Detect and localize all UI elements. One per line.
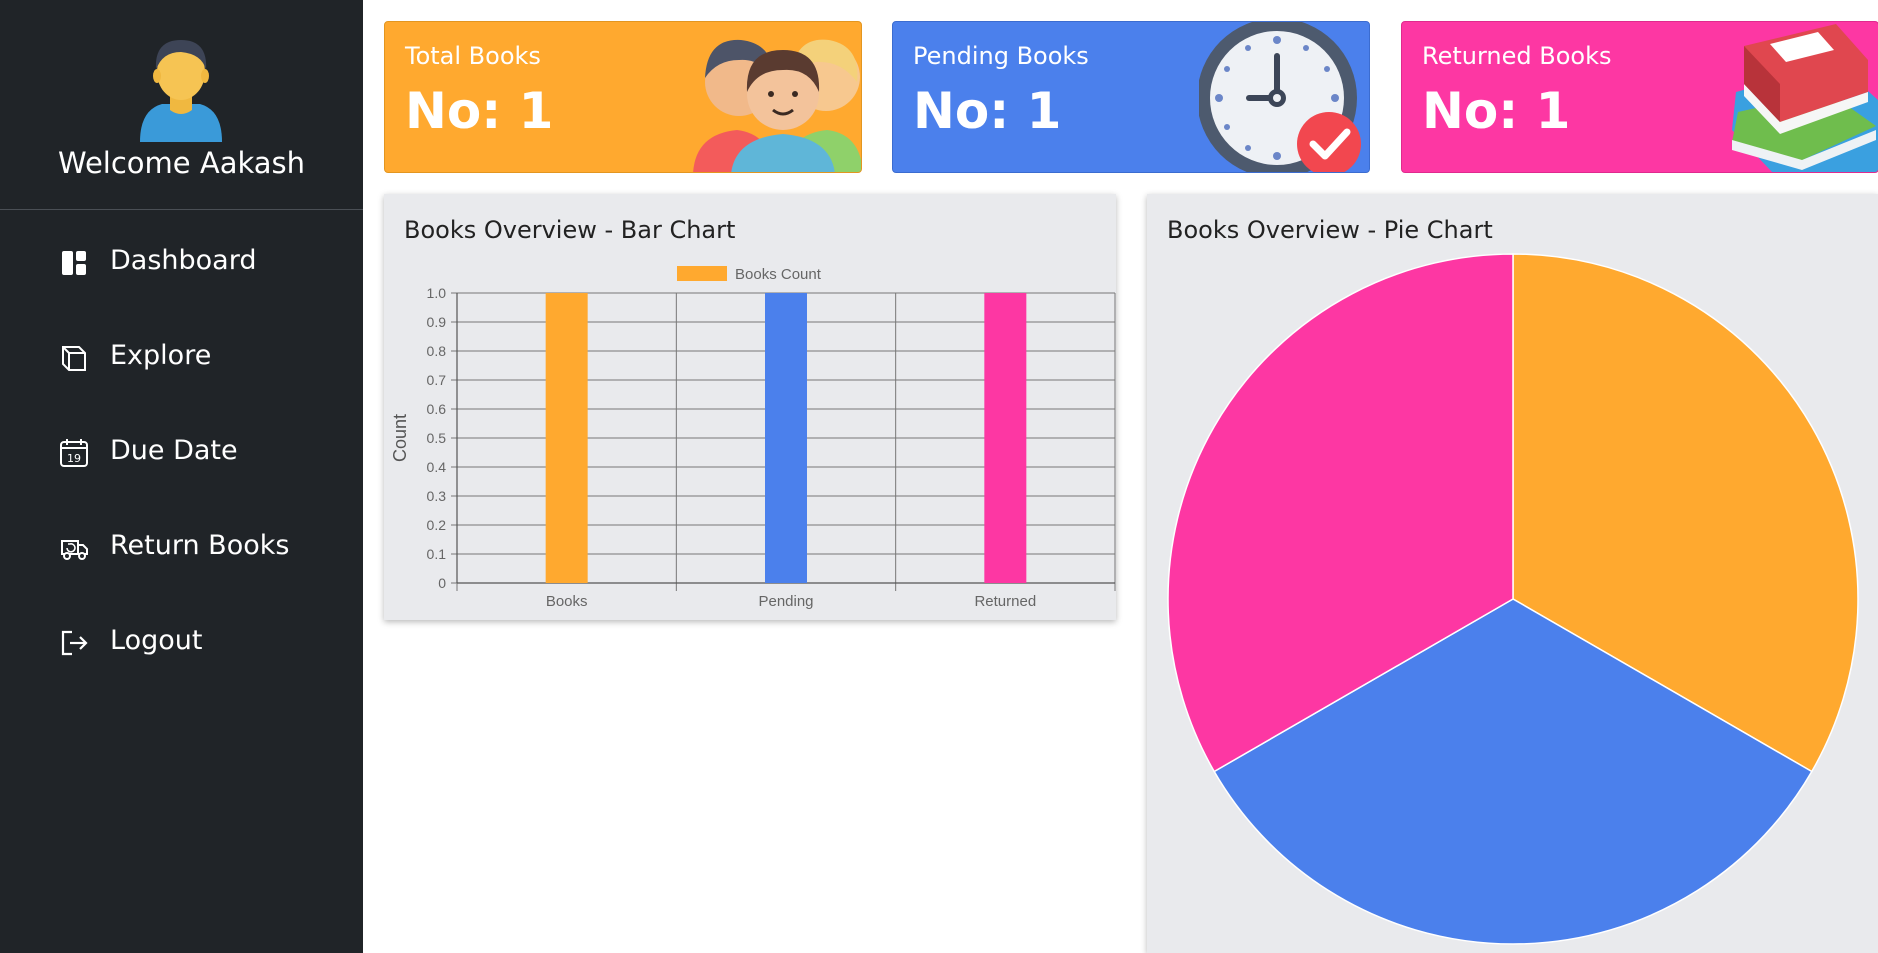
app-root: Welcome Aakash Dashboard Explore 19 Due … (0, 0, 1878, 953)
people-group-icon (693, 39, 861, 172)
dashboard-icon (62, 251, 86, 275)
book-stack-icon (1732, 24, 1878, 172)
sidebar-item-label: Logout (110, 625, 203, 656)
card-title: Pending Books (913, 42, 1089, 70)
y-tick-label: 0.8 (427, 343, 447, 359)
card-title: Returned Books (1422, 42, 1612, 70)
y-tick-label: 0.6 (427, 401, 447, 417)
card-title: Total Books (405, 42, 541, 70)
pending-books-card[interactable]: Pending Books No: 1 (892, 21, 1370, 173)
sidebar-item-return-books[interactable]: Return Books (0, 513, 363, 583)
y-tick-label: 0.9 (427, 314, 447, 330)
logout-icon (61, 630, 88, 656)
bar (984, 293, 1027, 583)
card-value: No: 1 (1422, 82, 1571, 140)
calendar-icon: 19 (60, 439, 88, 467)
x-tick-label: Returned (974, 593, 1036, 610)
clock-check-icon (1199, 22, 1361, 172)
profile-section: Welcome Aakash (0, 0, 363, 210)
y-tick-label: 0.7 (427, 372, 447, 388)
bar (545, 293, 588, 583)
return-truck-icon (61, 540, 88, 560)
sidebar-item-dashboard[interactable]: Dashboard (0, 228, 363, 298)
card-value: No: 1 (913, 82, 1062, 140)
sidebar-item-logout[interactable]: Logout (0, 608, 363, 678)
sidebar-item-label: Return Books (110, 530, 290, 561)
y-tick-label: 0.3 (427, 488, 447, 504)
y-tick-label: 0.5 (427, 430, 447, 446)
bar-chart: 0 0.1 0.2 0.3 0.4 0.5 0.6 0.7 0.8 0.9 1.0 Books Pend… (390, 266, 1116, 610)
x-tick-label: Books (546, 593, 588, 610)
bar-chart-panel: Books Overview - Bar Chart 0 0.1 0.2 0.3 0.4… (384, 194, 1116, 620)
y-tick-label: 1.0 (427, 285, 447, 301)
sidebar-item-label: Explore (110, 340, 212, 371)
sidebar-item-explore[interactable]: Explore (0, 323, 363, 393)
y-tick-label: 0.2 (427, 517, 447, 533)
returned-books-card[interactable]: Returned Books No: 1 (1401, 21, 1878, 173)
legend-swatch (677, 266, 727, 281)
welcome-text: Welcome Aakash (57, 146, 306, 180)
bar (765, 293, 807, 583)
calendar-icon-day: 19 (67, 452, 81, 465)
legend-label: Books Count (735, 266, 822, 283)
y-axis-label: Count (390, 414, 410, 462)
sidebar: Welcome Aakash Dashboard Explore 19 Due … (0, 0, 363, 953)
book-icon (62, 346, 86, 371)
pie-chart (1167, 253, 1859, 945)
sidebar-item-label: Due Date (110, 435, 238, 466)
pie-chart-panel: Books Overview - Pie Chart (1147, 194, 1878, 953)
y-tick-label: 0 (438, 575, 446, 591)
user-avatar-icon (140, 40, 222, 142)
card-value: No: 1 (405, 82, 554, 140)
sidebar-item-label: Dashboard (110, 245, 257, 276)
y-tick-label: 0.4 (427, 459, 447, 475)
x-tick-label: Pending (758, 593, 813, 610)
total-books-card[interactable]: Total Books No: 1 (384, 21, 862, 173)
sidebar-item-due-date[interactable]: 19 Due Date (0, 418, 363, 488)
y-tick-label: 0.1 (427, 546, 447, 562)
